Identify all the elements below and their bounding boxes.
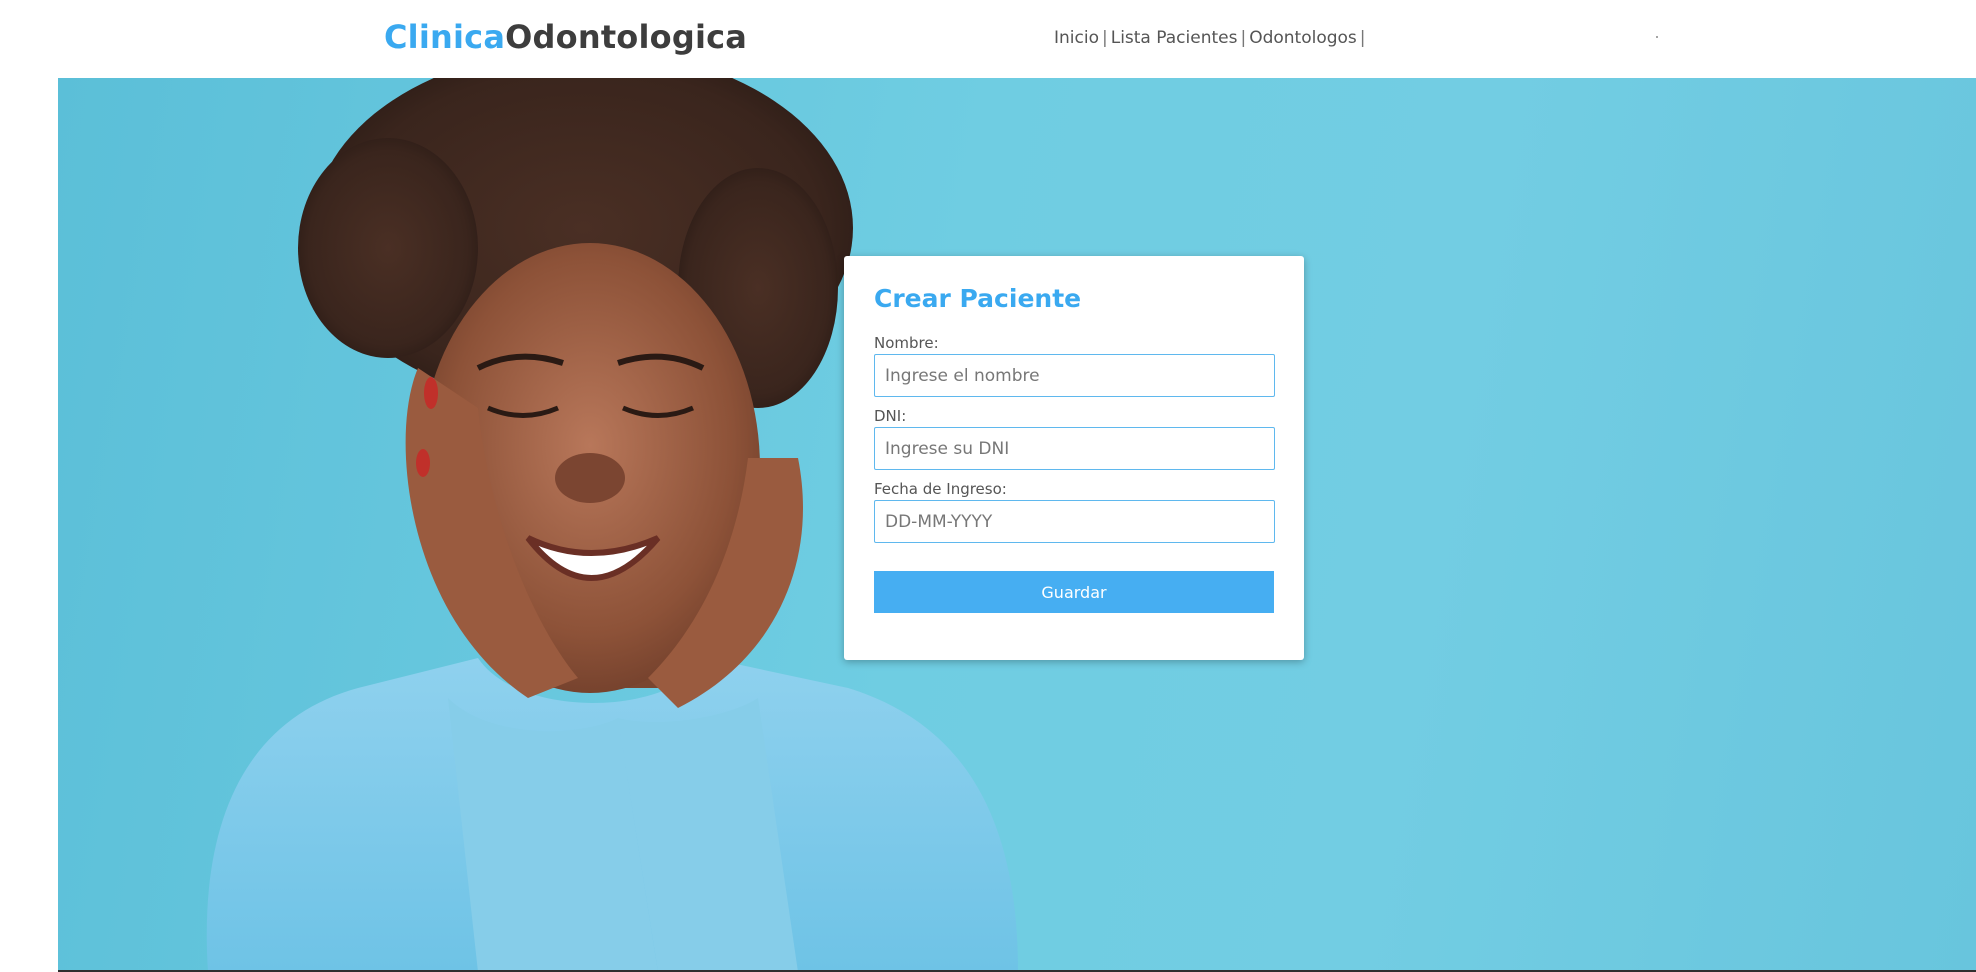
fecha-ingreso-input[interactable] <box>874 500 1275 543</box>
nombre-input[interactable] <box>874 354 1275 397</box>
create-patient-form: Crear Paciente Nombre: DNI: Fecha de Ing… <box>844 256 1304 660</box>
dni-label: DNI: <box>874 407 907 425</box>
nav-separator: | <box>1101 28 1108 48</box>
main-nav: Inicio | Lista Pacientes | Odontologos | <box>1054 26 1369 50</box>
site-logo[interactable]: ClinicaOdontologica <box>384 17 747 57</box>
logo-text-clinica: Clinica <box>384 18 506 56</box>
nav-link-inicio[interactable]: Inicio <box>1054 28 1099 48</box>
nombre-label: Nombre: <box>874 334 939 352</box>
logo-text-odontologica: Odontologica <box>505 18 748 56</box>
form-title: Crear Paciente <box>874 284 1082 313</box>
hero-banner: Crear Paciente Nombre: DNI: Fecha de Ing… <box>58 78 1976 972</box>
guardar-button[interactable]: Guardar <box>874 571 1274 613</box>
site-header: ClinicaOdontologica Inicio | Lista Pacient… <box>0 0 1976 78</box>
fecha-ingreso-label: Fecha de Ingreso: <box>874 480 1007 498</box>
nav-link-lista-pacientes[interactable]: Lista Pacientes <box>1111 28 1238 48</box>
nav-dot-decoration <box>1656 36 1658 38</box>
nav-separator: | <box>1240 28 1247 48</box>
nav-separator: | <box>1359 28 1366 48</box>
nav-link-odontologos[interactable]: Odontologos <box>1249 28 1357 48</box>
dni-input[interactable] <box>874 427 1275 470</box>
